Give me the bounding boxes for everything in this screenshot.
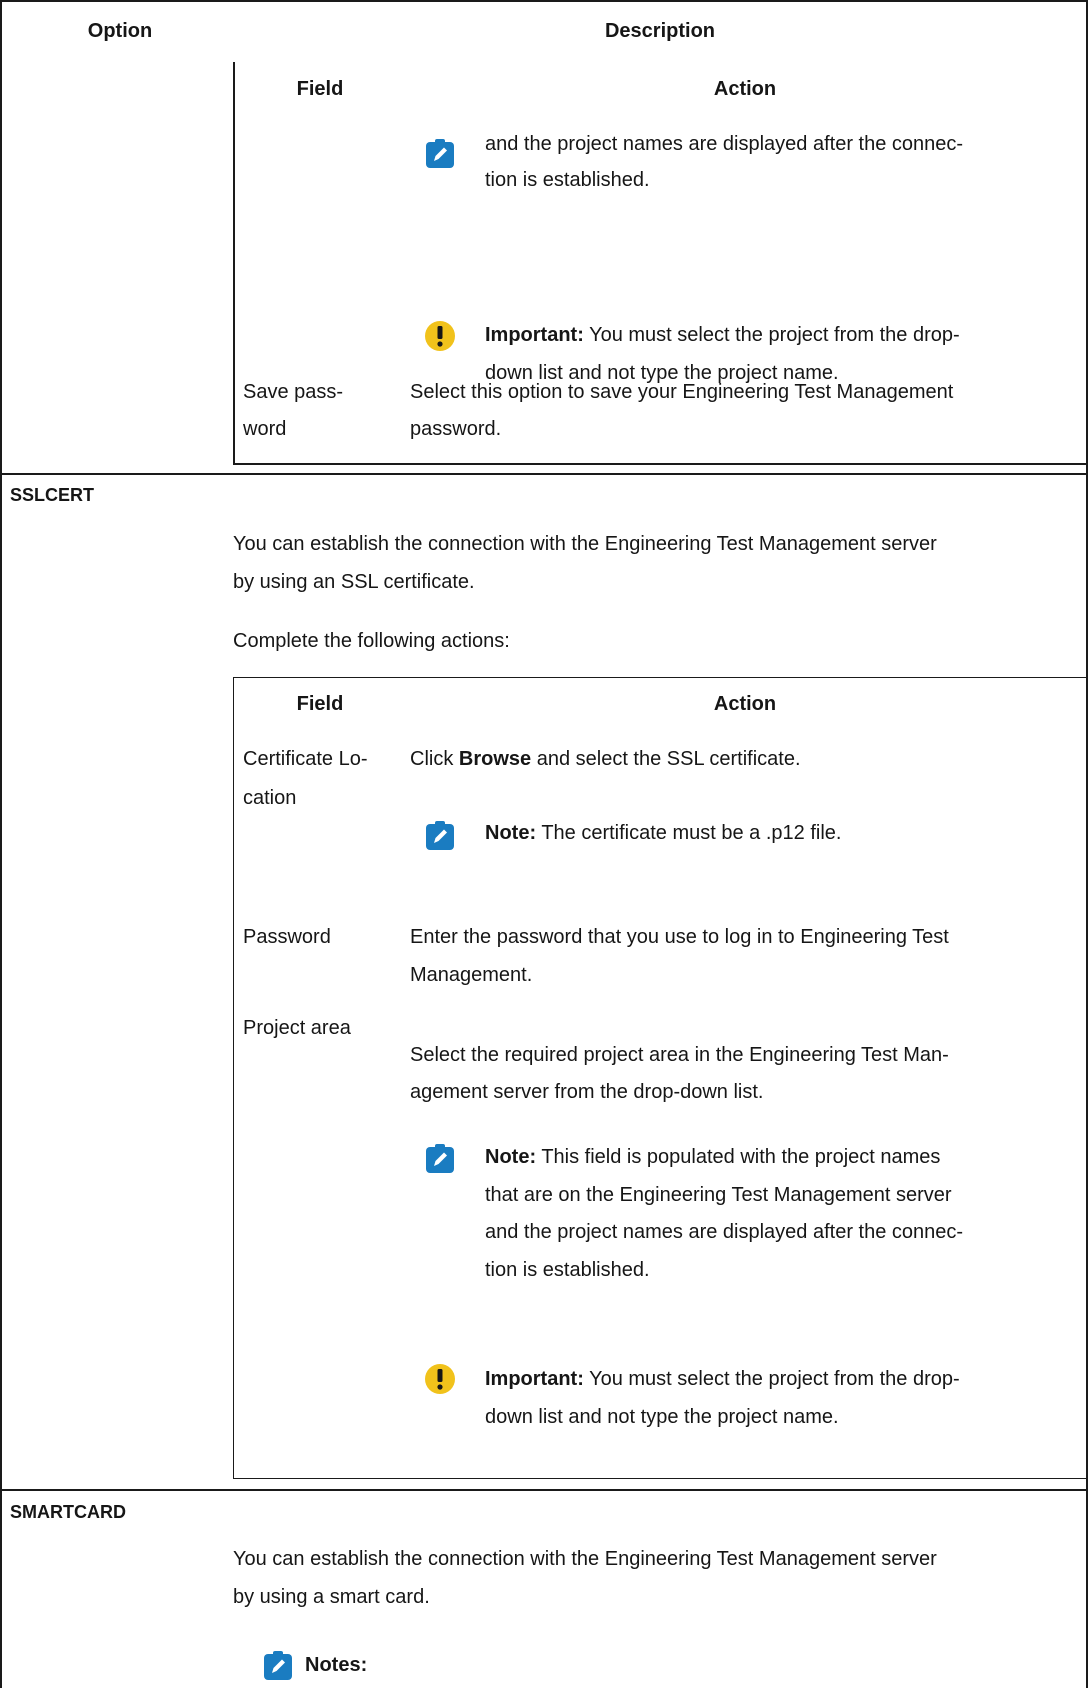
sslcert-table-header-action: Action — [713, 693, 777, 715]
sslcert-intro: by using an SSL certificate. — [233, 571, 475, 593]
note-icon — [264, 1651, 292, 1680]
note-text: This field is populated with the project… — [541, 1146, 941, 1168]
project-note: and the project names are displayed afte… — [485, 1221, 964, 1243]
nested-table-1-left-border — [233, 62, 235, 464]
action-save-password: password. — [410, 418, 502, 440]
smartcard-intro: You can establish the connection with th… — [233, 1548, 937, 1570]
sslcert-intro: You can establish the connection with th… — [233, 533, 937, 555]
important-line: Important: You must select the project f… — [485, 316, 960, 354]
note-line: tion is established. — [485, 169, 650, 191]
column-header-option: Option — [87, 20, 153, 42]
field-project-area: Project area — [243, 1017, 351, 1039]
note-label: Note: — [485, 822, 537, 844]
action-password: Enter the password that you use to log i… — [410, 926, 949, 948]
important-icon — [425, 1364, 455, 1394]
nested-table-1-header-field: Field — [296, 78, 344, 100]
action-project-area: Select the required project area in the … — [410, 1044, 949, 1066]
action-certificate-location: Click Browse and select the SSL certific… — [410, 740, 801, 778]
note-label: Note: — [485, 1146, 537, 1168]
important-text: You must select the project from the dro… — [589, 1368, 960, 1390]
row-divider-2 — [0, 1489, 1088, 1491]
note-icon — [426, 139, 454, 168]
action-text: Click — [410, 748, 459, 770]
action-save-password: Select this option to save your Engineer… — [410, 381, 954, 403]
important-text: You must select the project from the dro… — [589, 324, 960, 346]
action-text: and select the SSL certificate. — [531, 748, 801, 770]
outer-left-border — [0, 0, 2, 1688]
option-sslcert: SSLCERT — [10, 485, 95, 505]
option-smartcard: SMARTCARD — [10, 1502, 126, 1522]
field-certificate-location: cation — [243, 787, 297, 809]
browse-label: Browse — [458, 748, 532, 770]
note-line: and the project names are displayed afte… — [485, 133, 964, 155]
field-save-password: word — [243, 418, 287, 440]
row-divider-1 — [0, 473, 1088, 475]
action-password: Management. — [410, 964, 533, 986]
smartcard-intro: by using a smart card. — [233, 1586, 430, 1608]
nested-table-1-right-border — [1086, 62, 1088, 464]
important-icon — [425, 321, 455, 351]
nested-table-1-header-action: Action — [713, 78, 777, 100]
project-note: that are on the Engineering Test Managem… — [485, 1184, 952, 1206]
sslcert-table-header-field: Field — [296, 693, 344, 715]
project-note: tion is established. — [485, 1259, 650, 1281]
sslcert-complete: Complete the following actions: — [233, 630, 510, 652]
field-certificate-location: Certificate Lo- — [243, 748, 368, 770]
important-label: Important: — [485, 1368, 584, 1390]
nested-table-1-bottom-border — [233, 463, 1087, 465]
field-save-password: Save pass- — [243, 381, 344, 403]
important-line: Important: You must select the project f… — [485, 1360, 960, 1398]
important-label: Important: — [485, 324, 584, 346]
notes-label: Notes: — [305, 1654, 368, 1676]
important-line: down list and not type the project name. — [485, 1406, 839, 1428]
column-header-description: Description — [604, 20, 716, 42]
note-text: The certificate must be a .p12 file. — [541, 822, 842, 844]
outer-top-border — [0, 0, 1088, 2]
note-icon — [426, 1144, 454, 1173]
field-password: Password — [243, 926, 331, 948]
project-note: Note: This field is populated with the p… — [485, 1138, 940, 1176]
action-project-area: agement server from the drop-down list. — [410, 1081, 764, 1103]
certificate-note: Note: The certificate must be a .p12 fil… — [485, 814, 841, 852]
note-icon — [426, 821, 454, 850]
